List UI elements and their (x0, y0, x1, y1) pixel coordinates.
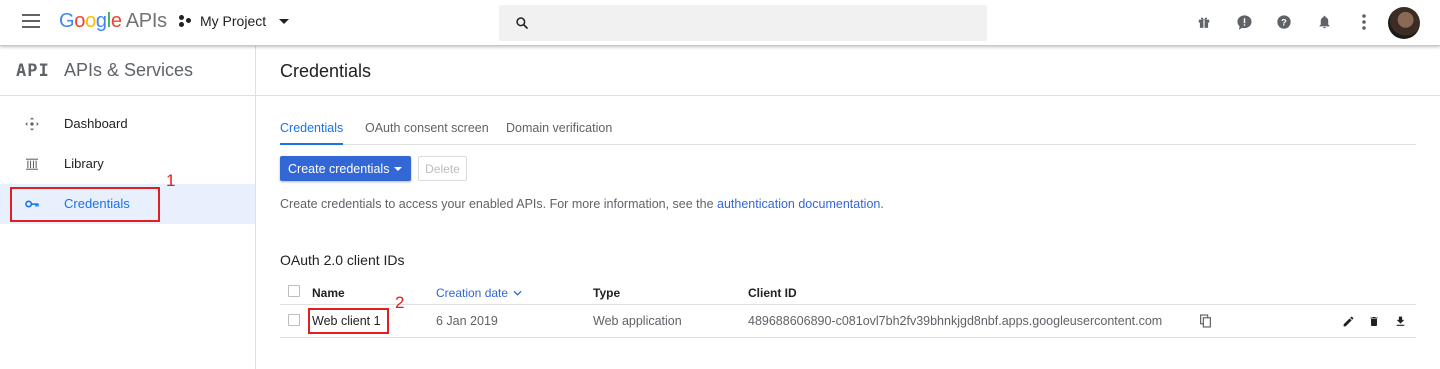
create-credentials-label: Create credentials (288, 161, 390, 176)
info-text-body: Create credentials to access your enable… (280, 197, 718, 211)
delete-button[interactable]: Delete (418, 156, 467, 181)
more-vert-icon[interactable] (1355, 13, 1373, 31)
search-bar[interactable] (499, 5, 987, 41)
sidebar-item-dashboard[interactable]: Dashboard (0, 104, 255, 144)
client-type: Web application (593, 314, 682, 328)
account-avatar[interactable] (1388, 7, 1420, 39)
library-icon (26, 158, 38, 170)
sidebar-item-label: Dashboard (64, 116, 128, 131)
column-header-creation-date[interactable]: Creation date (436, 286, 522, 300)
client-id: 489688606890-c081ovl7bh2fv39bhnkjgd8nbf.… (748, 314, 1163, 328)
apis-wordmark: APIs (125, 10, 167, 32)
client-name-link[interactable]: Web client 1 (312, 314, 381, 328)
table-row[interactable]: Web client 1 6 Jan 2019 Web application … (280, 305, 1416, 338)
sidebar: API APIs & Services Dashboard Library Cr… (0, 46, 256, 369)
tab-bar: Credentials OAuth consent screen Domain … (280, 119, 1416, 145)
project-selector[interactable]: My Project (179, 13, 290, 29)
help-icon[interactable]: ? (1275, 13, 1293, 31)
top-app-bar: Google APIs My Project ? (0, 0, 1440, 46)
key-icon (25, 200, 39, 208)
table-header: Name Creation date Type Client ID (280, 278, 1416, 305)
page-header: Credentials (256, 46, 1440, 96)
info-text: Create credentials to access your enable… (280, 197, 884, 211)
create-credentials-button[interactable]: Create credentials (280, 156, 411, 181)
sidebar-item-label: Credentials (64, 196, 130, 211)
annotation-number-2: 2 (395, 293, 405, 312)
chevron-down-icon (279, 18, 290, 24)
chevron-down-icon (513, 290, 522, 296)
select-all-checkbox[interactable] (288, 285, 300, 297)
oauth-section-title: OAuth 2.0 client IDs (280, 252, 405, 268)
google-apis-logo[interactable]: Google APIs (59, 10, 167, 33)
google-wordmark: Google (59, 10, 122, 32)
row-checkbox[interactable] (288, 314, 300, 326)
annotation-number-1: 1 (166, 171, 176, 190)
gift-icon[interactable] (1195, 13, 1213, 31)
authentication-documentation-link[interactable]: authentication documentation (717, 197, 880, 211)
project-icon (179, 14, 193, 28)
column-header-type: Type (593, 286, 621, 300)
project-name: My Project (200, 13, 267, 29)
tab-credentials[interactable]: Credentials (280, 121, 344, 145)
sidebar-item-credentials[interactable]: Credentials (0, 184, 255, 224)
sidebar-header: API APIs & Services (0, 46, 255, 96)
tab-oauth-consent-screen[interactable]: OAuth consent screen (365, 121, 489, 145)
column-header-name: Name (312, 286, 345, 300)
dashboard-icon (25, 117, 39, 131)
api-logo: API (16, 61, 50, 81)
sidebar-title: APIs & Services (64, 60, 194, 80)
download-icon[interactable] (1393, 314, 1407, 328)
search-icon (516, 17, 529, 30)
copy-icon[interactable] (1198, 314, 1212, 328)
dropdown-caret-icon (394, 167, 402, 171)
feedback-icon[interactable] (1235, 13, 1253, 31)
page-title: Credentials (280, 61, 372, 81)
creation-date: 6 Jan 2019 (436, 314, 498, 328)
sidebar-item-library[interactable]: Library (0, 144, 255, 184)
menu-icon[interactable] (22, 14, 40, 28)
tab-domain-verification[interactable]: Domain verification (506, 121, 612, 145)
info-text-end: . (880, 197, 884, 211)
sidebar-item-label: Library (64, 156, 104, 171)
edit-icon[interactable] (1341, 314, 1355, 328)
svg-text:?: ? (1281, 17, 1287, 27)
oauth-clients-table: Name Creation date Type Client ID Web cl… (280, 278, 1416, 338)
delete-icon[interactable] (1367, 314, 1381, 328)
main-content: Credentials Credentials OAuth consent sc… (256, 46, 1440, 369)
notifications-icon[interactable] (1315, 13, 1333, 31)
column-header-client-id: Client ID (748, 286, 797, 300)
column-header-creation-date-label: Creation date (436, 286, 509, 300)
